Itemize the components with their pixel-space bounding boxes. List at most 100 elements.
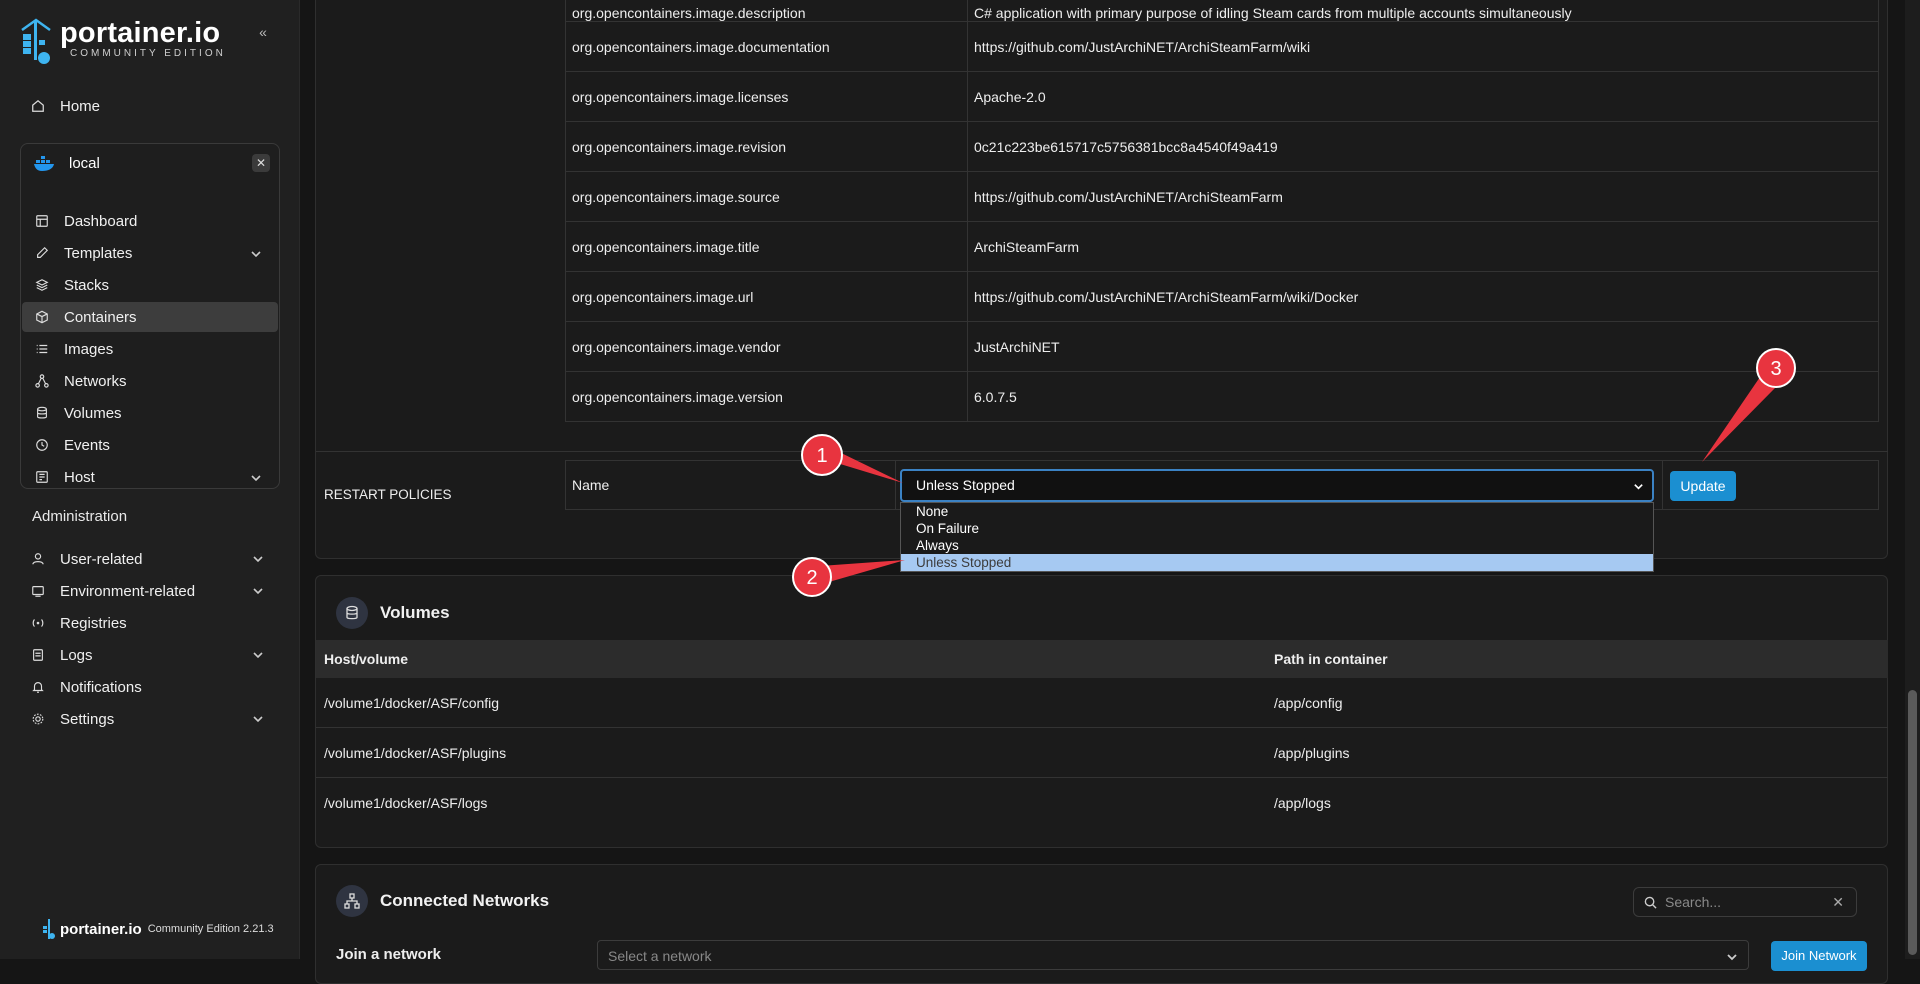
scrollbar-thumb[interactable] — [1908, 690, 1917, 955]
volume-host: /volume1/docker/ASF/plugins — [324, 744, 507, 761]
volume-host: /volume1/docker/ASF/logs — [324, 795, 488, 811]
bell-icon — [30, 679, 46, 695]
column-header-path[interactable]: Path in container — [1274, 640, 1388, 678]
label-value: https://github.com/JustArchiNET/ArchiSte… — [974, 38, 1311, 55]
close-environment-button[interactable]: ✕ — [252, 154, 270, 172]
page-scrollbar[interactable] — [1905, 0, 1920, 959]
update-button[interactable]: Update — [1670, 471, 1736, 501]
server-icon — [34, 469, 50, 485]
label-key: org.opencontainers.image.licenses — [566, 72, 968, 121]
sidebar-item-stacks[interactable]: Stacks — [22, 270, 278, 300]
registry-icon — [30, 615, 46, 631]
sidebar-item-networks[interactable]: Networks — [22, 366, 278, 396]
search-icon — [1644, 896, 1657, 909]
sidebar-item-user-related[interactable]: User-related — [22, 544, 280, 574]
sidebar-item-notifications[interactable]: Notifications — [22, 672, 280, 702]
label-value: C# application with primary purpose of i… — [974, 5, 1572, 21]
volumes-title: Volumes — [380, 603, 450, 622]
callout-3: 3 — [1702, 348, 1796, 462]
chevron-down-icon — [250, 471, 262, 483]
table-row: /volume1/docker/ASF/config/app/config — [316, 678, 1888, 728]
database-icon — [336, 597, 368, 629]
join-network-button[interactable]: Join Network — [1771, 941, 1867, 971]
sidebar: portainer.io COMMUNITY EDITION « Home lo… — [0, 0, 300, 959]
chevron-down-icon — [250, 247, 262, 259]
table-row: /volume1/docker/ASF/plugins/app/plugins — [316, 728, 1888, 778]
home-icon — [30, 98, 46, 114]
sidebar-item-host[interactable]: Host — [22, 462, 278, 492]
sidebar-item-home[interactable]: Home — [22, 91, 280, 121]
chevron-down-icon — [1634, 484, 1643, 490]
network-select[interactable]: Select a network — [597, 940, 1749, 970]
footer-version: Community Edition 2.21.3 — [147, 923, 274, 935]
label-key: org.opencontainers.image.revision — [566, 122, 968, 171]
environment-name: local — [69, 154, 100, 172]
join-network-label: Join a network — [336, 946, 442, 963]
logo-subtitle: COMMUNITY EDITION — [70, 48, 226, 59]
sidebar-item-label: Environment-related — [60, 582, 196, 600]
volumes-header: Volumes — [336, 597, 450, 629]
portainer-small-icon — [43, 919, 55, 939]
docker-icon — [34, 156, 54, 171]
sidebar-item-registries[interactable]: Registries — [22, 608, 280, 638]
sidebar-item-dashboard[interactable]: Dashboard — [22, 206, 278, 236]
sidebar-item-containers[interactable]: Containers — [22, 302, 278, 332]
label-row: org.opencontainers.image.documentation ht… — [565, 22, 1879, 72]
label-key: org.opencontainers.image.description — [566, 0, 968, 21]
callout-1-label: 1 — [816, 445, 827, 467]
sidebar-item-label: Volumes — [64, 404, 122, 422]
edit-icon — [34, 245, 50, 261]
chevron-down-icon — [252, 712, 264, 724]
collapse-sidebar-icon[interactable]: « — [252, 22, 274, 42]
label-value: Apache-2.0 — [974, 88, 1046, 105]
chevron-down-icon — [1727, 954, 1737, 961]
restart-policies-label: RESTART POLICIES — [324, 487, 452, 502]
sidebar-item-label: Settings — [60, 710, 115, 728]
sidebar-item-logs[interactable]: Logs — [22, 640, 280, 670]
sidebar-item-environment-related[interactable]: Environment-related — [22, 576, 280, 606]
network-icon — [34, 373, 50, 389]
callout-2-label: 2 — [806, 567, 817, 589]
restart-policy-option[interactable]: Unless Stopped — [901, 554, 1653, 571]
sidebar-item-volumes[interactable]: Volumes — [22, 398, 278, 428]
sidebar-item-templates[interactable]: Templates — [22, 238, 278, 268]
chevron-down-icon — [252, 648, 264, 660]
logs-icon — [30, 647, 46, 663]
network-search-input[interactable]: Search... ✕ — [1633, 887, 1857, 917]
label-row: org.opencontainers.image.version 6.0.7.5 — [565, 372, 1879, 422]
portainer-crane-icon — [21, 18, 51, 64]
label-row: org.opencontainers.image.description C# a… — [565, 0, 1879, 22]
sidebar-item-label: Home — [60, 97, 101, 115]
restart-policy-option[interactable]: On Failure — [901, 520, 1653, 537]
restart-policy-option[interactable]: Always — [901, 537, 1653, 554]
logo-title: portainer.io — [60, 17, 221, 49]
portainer-logo[interactable]: portainer.io COMMUNITY EDITION — [20, 18, 226, 64]
chevron-down-icon — [252, 584, 264, 596]
label-value: https://github.com/JustArchiNET/ArchiSte… — [974, 288, 1359, 305]
restart-policy-select[interactable]: Unless Stopped — [900, 469, 1654, 502]
clear-search-icon[interactable]: ✕ — [1832, 894, 1844, 911]
networks-header: Connected Networks — [336, 885, 549, 917]
sidebar-item-settings[interactable]: Settings — [22, 704, 280, 734]
column-header-host[interactable]: Host/volume — [324, 640, 408, 678]
network-icon — [336, 885, 368, 917]
sidebar-item-label: Templates — [64, 244, 133, 262]
chevron-down-icon — [252, 552, 264, 564]
label-value: 0c21c223be615717c5756381bcc8a4540f49a419 — [974, 138, 1278, 155]
callout-1: 1 — [801, 434, 903, 483]
sidebar-item-label: Host — [64, 468, 95, 486]
footer-brand-name: portainer.io — [60, 920, 142, 938]
label-value: ArchiSteamFarm — [974, 238, 1080, 255]
sidebar-item-images[interactable]: Images — [22, 334, 278, 364]
clock-icon — [34, 437, 50, 453]
environment-header: local — [33, 154, 100, 172]
volume-path: /app/config — [1274, 694, 1343, 711]
database-icon — [34, 405, 50, 421]
label-key: org.opencontainers.image.title — [566, 222, 968, 271]
sidebar-item-events[interactable]: Events — [22, 430, 278, 460]
restart-policy-option[interactable]: None — [901, 503, 1653, 520]
restart-policy-selected-value: Unless Stopped — [916, 477, 1015, 493]
callout-2: 2 — [792, 557, 905, 597]
label-value: https://github.com/JustArchiNET/ArchiSte… — [974, 188, 1283, 205]
networks-title: Connected Networks — [380, 891, 550, 910]
